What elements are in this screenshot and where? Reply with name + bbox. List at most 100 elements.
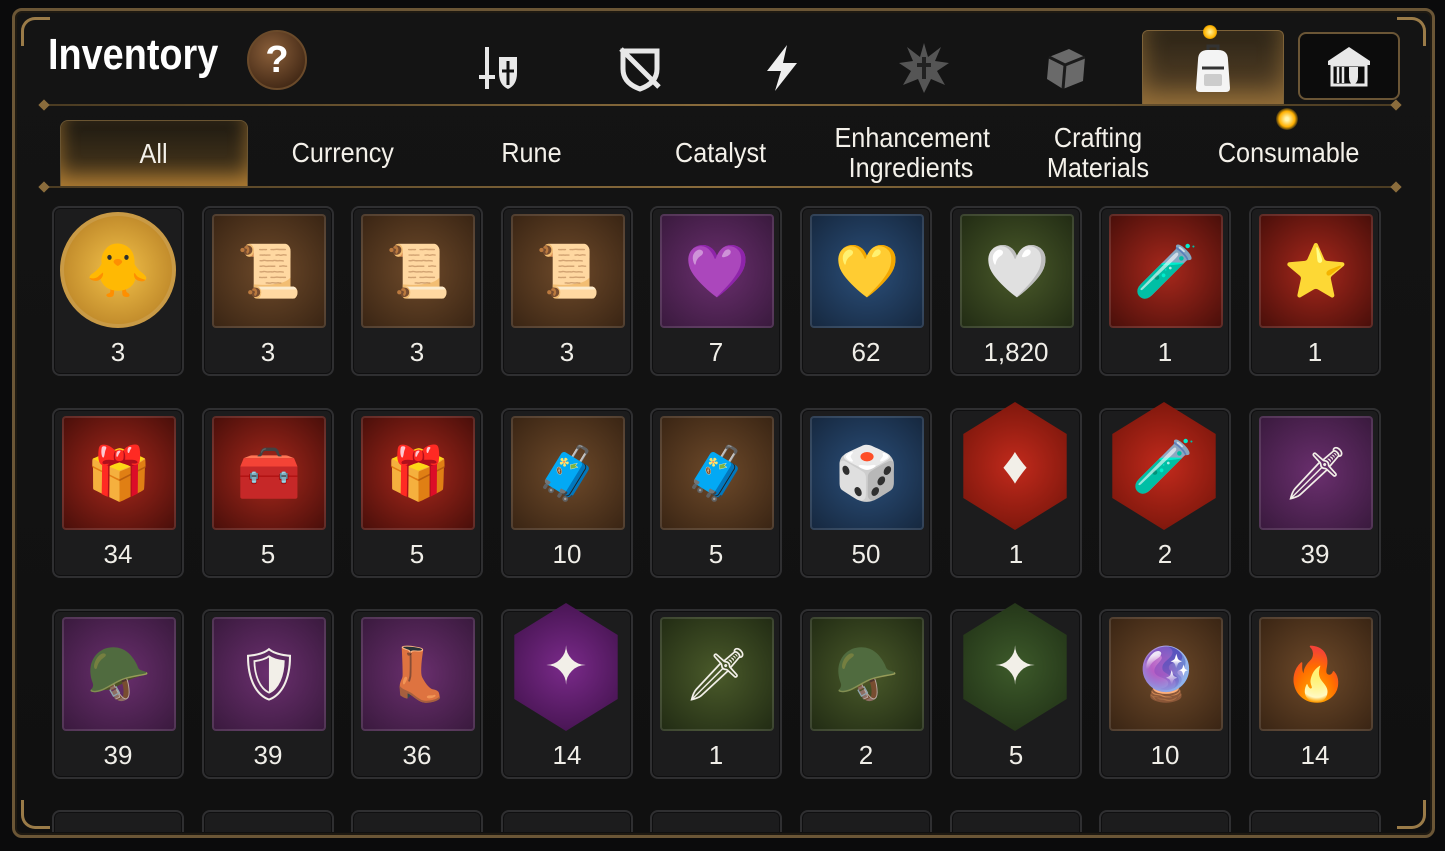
tab-emblem[interactable] xyxy=(856,30,991,105)
inventory-slot[interactable]: 🧪 1 xyxy=(1099,206,1231,376)
sword-shield-icon xyxy=(478,46,517,89)
item-quantity: 5 xyxy=(708,539,724,569)
inventory-slot[interactable]: 🗡 1 xyxy=(650,609,782,779)
tab-crafting-materials[interactable]: Crafting Materials xyxy=(1020,120,1176,186)
golden-chest-icon: 🧳 xyxy=(660,416,774,530)
inventory-slot[interactable] xyxy=(800,810,932,832)
item-quantity: 39 xyxy=(103,740,133,770)
item-quantity: 2 xyxy=(1157,539,1173,569)
inventory-slot[interactable]: ♦ 1 xyxy=(950,402,1082,578)
item-quantity: 5 xyxy=(260,539,276,569)
golden-chest-icon: 🧳 xyxy=(511,416,625,530)
inventory-slot[interactable]: 🎁 5 xyxy=(351,408,483,578)
star-rune-tablet-icon: ✦ xyxy=(963,603,1067,731)
inventory-slot[interactable]: 📜 3 xyxy=(501,206,633,376)
item-quantity: 3 xyxy=(559,337,575,367)
inventory-slot[interactable]: ✦ 14 xyxy=(501,603,633,779)
help-button[interactable]: ? xyxy=(247,30,307,90)
inventory-slot[interactable]: 🧳 10 xyxy=(501,408,633,578)
item-quantity: 50 xyxy=(851,539,881,569)
blue-chest-icon: 🧰 xyxy=(212,416,326,530)
tab-energy[interactable] xyxy=(714,30,849,105)
sword-rune-stone-icon: 🗡 xyxy=(1259,416,1373,530)
guild-hall-icon xyxy=(1328,47,1370,87)
tab-artifacts[interactable] xyxy=(572,30,707,105)
header-divider xyxy=(42,104,1398,106)
inventory-slot[interactable]: 🎁 34 xyxy=(52,408,184,578)
inventory-slot[interactable] xyxy=(950,810,1082,832)
tab-rune[interactable]: Rune xyxy=(438,120,624,186)
frame-corner xyxy=(1397,17,1426,46)
inventory-slot[interactable]: 🪖 39 xyxy=(52,609,184,779)
item-quantity: 3 xyxy=(110,337,126,367)
filter-tabs: All Currency Rune Catalyst Enhancement I… xyxy=(40,108,1400,187)
page-title: Inventory xyxy=(48,30,219,79)
tab-inventory-bag[interactable] xyxy=(1142,25,1284,106)
item-quantity: 1,820 xyxy=(983,337,1049,367)
inventory-slot[interactable]: 🤍 1,820 xyxy=(950,206,1082,376)
silver-chest-icon: 🎁 xyxy=(62,416,176,530)
inventory-slot[interactable]: 📜 3 xyxy=(351,206,483,376)
inventory-slot[interactable] xyxy=(52,810,184,832)
item-quantity: 14 xyxy=(552,740,582,770)
backpack-icon xyxy=(1196,44,1230,92)
silver-crystal-icon: 🤍 xyxy=(960,214,1074,328)
tab-catalyst[interactable]: Catalyst xyxy=(628,120,814,186)
inventory-slot[interactable]: 🪖 2 xyxy=(800,609,932,779)
red-chest-icon: 🎁 xyxy=(361,416,475,530)
inventory-slot[interactable] xyxy=(1099,810,1231,832)
crossed-shield-icon xyxy=(618,46,661,92)
inventory-slot[interactable] xyxy=(351,810,483,832)
inventory-slot[interactable]: ⭐ 1 xyxy=(1249,206,1381,376)
gold-crystal-icon: 💛 xyxy=(810,214,924,328)
item-quantity: 36 xyxy=(402,740,432,770)
inventory-slot[interactable]: ✦ 5 xyxy=(950,603,1082,779)
inventory-slot[interactable]: 🎲 50 xyxy=(800,408,932,578)
item-quantity: 2 xyxy=(858,740,874,770)
red-potion-icon: 🧪 xyxy=(1109,214,1223,328)
inventory-slot[interactable]: 💜 7 xyxy=(650,206,782,376)
helmet-rune-stone-icon: 🪖 xyxy=(62,617,176,731)
inventory-slot[interactable]: 🔥 14 xyxy=(1249,609,1381,779)
item-quantity: 1 xyxy=(708,740,724,770)
purple-crystal-icon: 💜 xyxy=(660,214,774,328)
tab-currency[interactable]: Currency xyxy=(250,120,436,186)
inventory-slot[interactable]: 🧪 2 xyxy=(1099,402,1231,578)
item-grid: 🐥 3 📜 3 📜 3 📜 3 💜 7 💛 62 🤍 1,820 🧪 1 ⭐ 1 🎁 34 🧰 5 🎁 5 🧳 10 🧳 5 🎲 50 ♦ 1… xyxy=(50,204,1390,832)
tab-cube[interactable] xyxy=(998,30,1133,105)
inventory-slot[interactable]: 🐥 3 xyxy=(52,206,184,376)
tab-consumable[interactable]: Consumable xyxy=(1196,120,1382,186)
inventory-slot[interactable]: 👢 36 xyxy=(351,609,483,779)
star-rune-stone-icon: ✦ xyxy=(514,603,618,731)
dark-cube-icon: 🎲 xyxy=(810,416,924,530)
red-rune-gem-icon: ♦ xyxy=(963,402,1067,530)
inventory-slot[interactable] xyxy=(501,810,633,832)
inventory-slot[interactable] xyxy=(202,810,334,832)
inventory-slot[interactable]: 📜 3 xyxy=(202,206,334,376)
item-quantity: 10 xyxy=(552,539,582,569)
inventory-slot[interactable] xyxy=(1249,810,1381,832)
cube-icon xyxy=(1046,48,1086,89)
inventory-slot[interactable]: 🗡 39 xyxy=(1249,408,1381,578)
item-quantity: 14 xyxy=(1300,740,1330,770)
helmet-rune-tablet-icon: 🪖 xyxy=(810,617,924,731)
tab-equipment[interactable] xyxy=(430,30,565,105)
tabs-divider xyxy=(42,186,1398,188)
sword-rune-tablet-icon: 🗡 xyxy=(660,617,774,731)
item-quantity: 3 xyxy=(260,337,276,367)
star-potion-icon: ⭐ xyxy=(1259,214,1373,328)
inventory-slot[interactable]: 💛 62 xyxy=(800,206,932,376)
tab-enhancement-ingredients[interactable]: Enhancement Ingredients xyxy=(818,120,1004,186)
guild-storage-button[interactable] xyxy=(1298,32,1400,100)
item-quantity: 3 xyxy=(409,337,425,367)
splash-emblem-icon xyxy=(898,42,949,93)
inventory-slot[interactable] xyxy=(650,810,782,832)
mascot-portrait-icon: 🐥 xyxy=(60,212,176,328)
lightning-icon xyxy=(766,44,797,91)
inventory-slot[interactable]: 🧰 5 xyxy=(202,408,334,578)
inventory-slot[interactable]: 🛡 39 xyxy=(202,609,334,779)
inventory-slot[interactable]: 🔮 10 xyxy=(1099,609,1231,779)
rainbow-upgrade-scroll-icon: 📜 xyxy=(361,214,475,328)
tab-all[interactable]: All xyxy=(60,120,248,187)
inventory-slot[interactable]: 🧳 5 xyxy=(650,408,782,578)
